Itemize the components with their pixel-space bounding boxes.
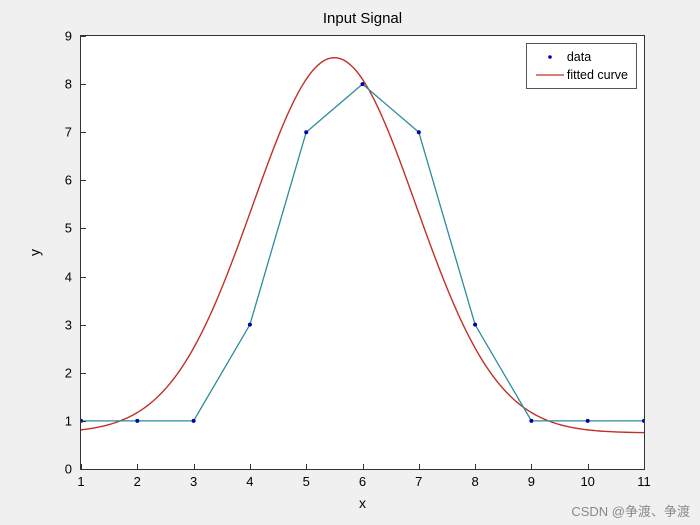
x-tick-mark <box>644 464 645 469</box>
x-tick-mark <box>194 464 195 469</box>
data-point <box>361 82 365 86</box>
x-tick-label: 7 <box>415 474 422 489</box>
data-point <box>248 323 252 327</box>
x-tick-mark <box>137 464 138 469</box>
figure-window: Input Signal y data fitted curve x 12345… <box>0 0 700 525</box>
data-point <box>135 419 139 423</box>
legend-label-fitted: fitted curve <box>567 68 628 82</box>
x-tick-mark <box>250 464 251 469</box>
y-tick-mark <box>81 421 86 422</box>
y-tick-mark <box>81 469 86 470</box>
y-tick-mark <box>81 132 86 133</box>
legend-entry-data: data <box>533 48 628 66</box>
x-tick-mark <box>419 464 420 469</box>
y-tick-mark <box>81 84 86 85</box>
legend: data fitted curve <box>526 43 637 89</box>
x-tick-label: 2 <box>134 474 141 489</box>
x-tick-label: 8 <box>471 474 478 489</box>
y-tick-label: 4 <box>65 269 78 284</box>
x-tick-mark <box>531 464 532 469</box>
y-tick-label: 6 <box>65 173 78 188</box>
plot-canvas <box>81 36 644 469</box>
x-tick-label: 11 <box>637 474 651 489</box>
data-point <box>304 130 308 134</box>
x-tick-label: 6 <box>359 474 366 489</box>
data-point <box>586 419 590 423</box>
y-tick-mark <box>81 325 86 326</box>
y-tick-label: 2 <box>65 365 78 380</box>
x-axis-label: x <box>80 495 645 511</box>
x-tick-label: 1 <box>77 474 84 489</box>
axes-area: data fitted curve <box>80 35 645 470</box>
y-tick-label: 8 <box>65 77 78 92</box>
x-tick-mark <box>363 464 364 469</box>
y-tick-label: 5 <box>65 221 78 236</box>
legend-entry-fitted: fitted curve <box>533 66 628 84</box>
y-tick-mark <box>81 180 86 181</box>
x-tick-label: 4 <box>246 474 253 489</box>
y-tick-label: 1 <box>65 413 78 428</box>
legend-line-fitted <box>533 66 567 84</box>
data-point <box>192 419 196 423</box>
x-tick-mark <box>588 464 589 469</box>
y-tick-label: 3 <box>65 317 78 332</box>
y-tick-mark <box>81 36 86 37</box>
data-point <box>417 130 421 134</box>
legend-marker-data <box>533 48 567 66</box>
x-tick-label: 9 <box>528 474 535 489</box>
data-point <box>473 323 477 327</box>
y-tick-label: 0 <box>65 462 78 477</box>
watermark-text: CSDN @争渡、争渡 <box>571 501 690 520</box>
x-tick-mark <box>306 464 307 469</box>
y-tick-mark <box>81 373 86 374</box>
legend-label-data: data <box>567 50 591 64</box>
y-tick-mark <box>81 277 86 278</box>
data-point <box>529 419 533 423</box>
x-tick-label: 5 <box>303 474 310 489</box>
data-connecting-line <box>81 84 644 421</box>
fitted-curve-line <box>81 58 644 433</box>
x-tick-label: 3 <box>190 474 197 489</box>
x-tick-label: 10 <box>580 474 594 489</box>
data-point <box>642 419 644 423</box>
x-tick-mark <box>475 464 476 469</box>
chart-title: Input Signal <box>80 10 645 27</box>
y-tick-label: 7 <box>65 125 78 140</box>
y-tick-mark <box>81 228 86 229</box>
y-tick-label: 9 <box>65 29 78 44</box>
